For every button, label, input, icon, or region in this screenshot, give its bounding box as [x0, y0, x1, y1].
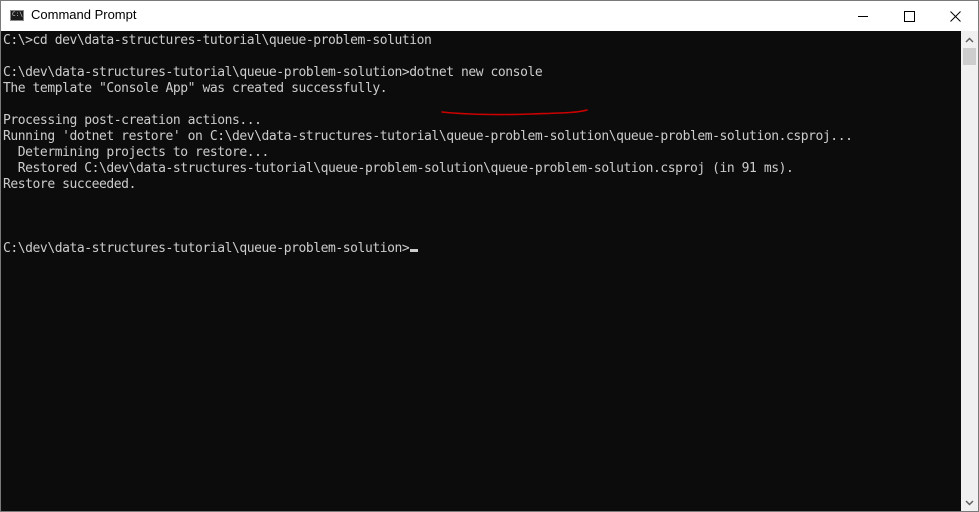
- underline-stroke: [441, 109, 588, 116]
- maximize-button[interactable]: [886, 1, 932, 31]
- prompt-text: C:\dev\data-structures-tutorial\queue-pr…: [3, 241, 410, 256]
- scroll-up-button[interactable]: [961, 31, 978, 48]
- chevron-up-icon: [965, 36, 974, 43]
- close-button[interactable]: [932, 1, 978, 31]
- console-line: Determining projects to restore...: [3, 145, 270, 160]
- minimize-button[interactable]: [840, 1, 886, 31]
- command-prompt-window: C:\ Command Prompt C:\>cd dev\data-struc…: [0, 0, 979, 512]
- chevron-down-icon: [965, 499, 974, 506]
- close-icon: [949, 10, 961, 22]
- console-line: Restored C:\dev\data-structures-tutorial…: [3, 161, 794, 176]
- maximize-icon: [903, 10, 915, 22]
- console-line: Processing post-creation actions...: [3, 113, 262, 128]
- console-line: C:\dev\data-structures-tutorial\queue-pr…: [3, 65, 543, 80]
- console-line: Restore succeeded.: [3, 177, 136, 192]
- cmd-icon-text: C:\: [12, 11, 23, 18]
- console-line: Running 'dotnet restore' on C:\dev\data-…: [3, 129, 853, 144]
- console-prompt-line[interactable]: C:\dev\data-structures-tutorial\queue-pr…: [3, 241, 419, 257]
- scroll-thumb[interactable]: [963, 48, 976, 65]
- console-line: C:\>cd dev\data-structures-tutorial\queu…: [3, 33, 432, 48]
- title-bar[interactable]: C:\ Command Prompt: [1, 1, 978, 31]
- console-output[interactable]: C:\>cd dev\data-structures-tutorial\queu…: [1, 31, 961, 511]
- console-line: The template "Console App" was created s…: [3, 81, 388, 96]
- text-cursor: [410, 249, 419, 252]
- red-underline-annotation: [441, 109, 588, 116]
- scroll-down-button[interactable]: [961, 494, 978, 511]
- minimize-icon: [858, 15, 868, 17]
- cmd-icon: C:\: [10, 10, 24, 21]
- vertical-scrollbar[interactable]: [961, 31, 978, 511]
- window-title: Command Prompt: [31, 7, 137, 22]
